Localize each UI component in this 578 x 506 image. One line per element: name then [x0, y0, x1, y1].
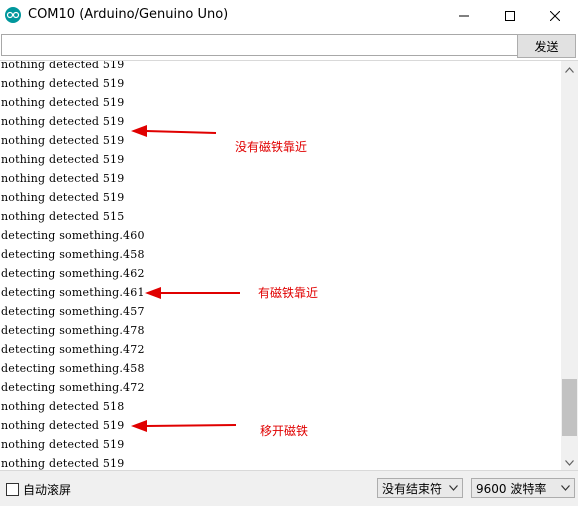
output-line: detecting something.458 — [1, 362, 145, 375]
scroll-down-button[interactable] — [561, 454, 578, 471]
bottom-bar: 自动滚屏 没有结束符 9600 波特率 — [0, 470, 578, 506]
output-line: detecting something.462 — [1, 267, 145, 280]
baud-rate-select[interactable]: 9600 波特率 — [471, 478, 575, 498]
chevron-down-icon — [565, 459, 574, 466]
autoscroll-checkbox[interactable] — [6, 483, 19, 496]
output-line: nothing detected 519 — [1, 134, 125, 147]
output-line: detecting something.472 — [1, 381, 145, 394]
output-line: detecting something.478 — [1, 324, 145, 337]
window-title: COM10 (Arduino/Genuino Uno) — [28, 7, 229, 22]
output-line: detecting something.457 — [1, 305, 145, 318]
annotation-label: 移开磁铁 — [260, 424, 309, 438]
output-line: nothing detected 519 — [1, 77, 125, 90]
output-line: detecting something.472 — [1, 343, 145, 356]
serial-output[interactable]: nothing detected 519 nothing detected 519… — [0, 60, 578, 471]
scroll-up-button[interactable] — [561, 61, 578, 78]
title-bar: COM10 (Arduino/Genuino Uno) — [0, 0, 578, 31]
output-line: nothing detected 519 — [1, 153, 125, 166]
annotation-label: 有磁铁靠近 — [258, 286, 319, 300]
output-line: nothing detected 515 — [1, 210, 125, 223]
baud-rate-value: 9600 波特率 — [476, 481, 547, 496]
annotation-label: 没有磁铁靠近 — [235, 140, 308, 154]
output-line: nothing detected 518 — [1, 400, 125, 413]
serial-output-lines: nothing detected 519 nothing detected 519… — [0, 60, 145, 471]
autoscroll-toggle[interactable]: 自动滚屏 — [6, 481, 71, 498]
vertical-scrollbar[interactable] — [561, 61, 578, 471]
minimize-icon — [459, 15, 469, 16]
maximize-button[interactable] — [487, 0, 533, 31]
close-button[interactable] — [532, 0, 578, 31]
line-ending-select[interactable]: 没有结束符 — [377, 478, 463, 498]
output-line: nothing detected 519 — [1, 438, 125, 451]
output-line: nothing detected 519 — [1, 96, 125, 109]
arduino-logo-icon — [5, 7, 21, 23]
output-line: nothing detected 519 — [1, 172, 125, 185]
minimize-button[interactable] — [441, 0, 487, 31]
chevron-up-icon — [565, 66, 574, 73]
output-line: nothing detected 519 — [1, 60, 125, 71]
send-row: 发送 — [0, 33, 578, 59]
output-line: detecting something.460 — [1, 229, 145, 242]
chevron-down-icon — [449, 485, 458, 491]
output-line: detecting something.461 — [1, 286, 145, 299]
autoscroll-label: 自动滚屏 — [23, 483, 72, 497]
output-line: nothing detected 519 — [1, 457, 125, 470]
scrollbar-thumb[interactable] — [562, 379, 577, 436]
output-line: nothing detected 519 — [1, 419, 125, 432]
output-line: nothing detected 519 — [1, 115, 125, 128]
line-ending-value: 没有结束符 — [382, 481, 443, 496]
close-icon — [550, 10, 560, 21]
send-input[interactable] — [1, 34, 521, 56]
maximize-icon — [505, 10, 515, 21]
send-button[interactable]: 发送 — [517, 34, 576, 58]
output-line: detecting something.458 — [1, 248, 145, 261]
output-line: nothing detected 519 — [1, 191, 125, 204]
chevron-down-icon — [561, 485, 570, 491]
